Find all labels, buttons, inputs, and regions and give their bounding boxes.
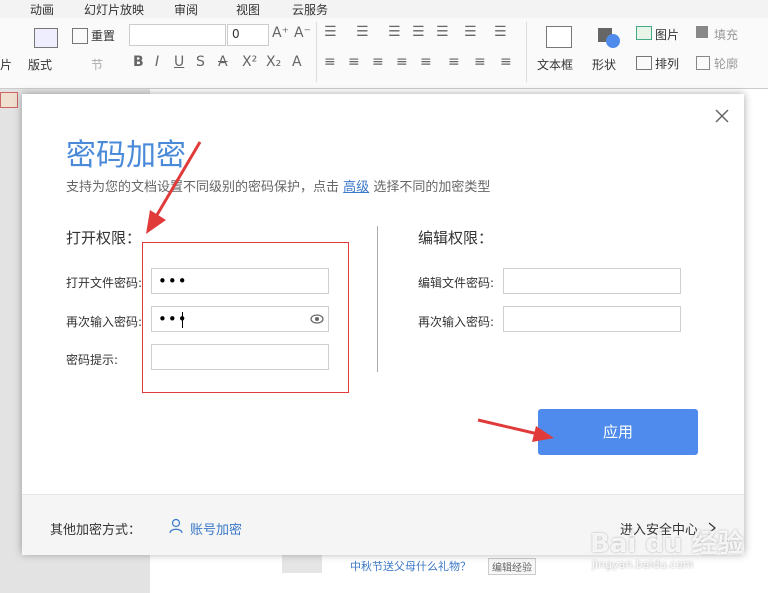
edit-experience-tag[interactable]: 编辑经验 xyxy=(488,558,536,575)
textbox-button[interactable]: 文本框 xyxy=(537,56,573,73)
font-name-select[interactable] xyxy=(129,24,226,46)
decrease-indent-icon[interactable]: ☰ xyxy=(388,24,401,40)
strikethrough-icon[interactable]: A xyxy=(218,54,228,70)
menu-cloud[interactable]: 云服务 xyxy=(292,1,328,18)
annotation-arrow-icon xyxy=(146,141,202,234)
menu-review[interactable]: 审阅 xyxy=(174,1,198,18)
italic-icon[interactable]: I xyxy=(155,54,159,70)
shape-circle-icon xyxy=(606,34,620,48)
reset-button[interactable]: 重置 xyxy=(91,27,115,44)
subtitle-text-after: 选择不同的加密类型 xyxy=(373,180,491,195)
picture-button[interactable]: 图片 xyxy=(655,26,679,43)
hint-label: 密码提示: xyxy=(66,353,119,367)
edit-permission-heading: 编辑权限： xyxy=(418,229,494,247)
ribbon-toolbar: 片 版式 重置 节 0 A⁺ A⁻ B I U S A X² X₂ A ☰ ☰ … xyxy=(0,18,768,89)
document-tab-icon[interactable] xyxy=(0,92,18,108)
shadow-icon[interactable]: S xyxy=(196,54,205,70)
fill-button[interactable]: 填充 xyxy=(714,26,738,43)
advanced-link[interactable]: 高级 xyxy=(343,180,369,195)
menu-slideshow[interactable]: 幻灯片放映 xyxy=(84,1,144,18)
edit-password-label: 编辑文件密码: xyxy=(418,276,495,290)
clear-format-icon[interactable]: A xyxy=(292,54,302,70)
user-icon[interactable] xyxy=(168,518,184,534)
font-size-value: 0 xyxy=(232,27,240,41)
menu-animation[interactable]: 动画 xyxy=(30,1,54,18)
distribute-icon[interactable]: ≡ xyxy=(420,54,432,70)
open-permission-heading: 打开权限： xyxy=(66,229,142,247)
slide-button-partial[interactable]: 片 xyxy=(0,56,12,73)
arrange-icon xyxy=(636,56,652,70)
layout-icon xyxy=(34,28,58,48)
align-right-icon[interactable]: ≡ xyxy=(372,54,384,70)
outline-pen-icon xyxy=(696,56,710,70)
smartart-icon[interactable]: ≡ xyxy=(500,54,512,70)
valign-icon[interactable]: ≡ xyxy=(448,54,460,70)
text-direction-icon[interactable]: ☰ xyxy=(494,24,507,40)
close-icon[interactable] xyxy=(712,106,732,126)
column-divider xyxy=(377,226,378,372)
textbox-icon xyxy=(546,26,572,48)
shape-button[interactable]: 形状 xyxy=(592,56,616,73)
ribbon-divider xyxy=(316,22,317,82)
account-encryption-link[interactable]: 账号加密 xyxy=(190,519,242,538)
columns-icon[interactable]: ☰ xyxy=(464,24,477,40)
open-password-label: 打开文件密码: xyxy=(66,276,143,290)
edit-confirm-label: 再次输入密码: xyxy=(418,315,495,329)
justify-icon[interactable]: ≡ xyxy=(396,54,408,70)
menu-bar: 动画 幻灯片放映 审阅 视图 云服务 xyxy=(0,0,768,19)
related-article-link[interactable]: 中秋节送父母什么礼物？ xyxy=(350,558,471,574)
annotation-arrow-icon xyxy=(477,418,554,442)
outline-button[interactable]: 轮廓 xyxy=(714,55,738,72)
open-confirm-label: 再次输入密码: xyxy=(66,315,143,329)
subscript-icon[interactable]: X₂ xyxy=(266,54,281,70)
ribbon-divider xyxy=(526,22,527,82)
grow-font-icon[interactable]: A⁺ xyxy=(272,25,289,41)
shrink-font-icon[interactable]: A⁻ xyxy=(294,25,311,41)
edit-password-input[interactable] xyxy=(503,268,681,294)
font-size-select[interactable]: 0 xyxy=(227,24,269,46)
line-spacing-icon[interactable]: ☰ xyxy=(436,24,449,40)
annotation-red-box xyxy=(142,242,349,393)
picture-icon xyxy=(636,26,652,40)
bold-icon[interactable]: B xyxy=(133,54,144,70)
numbered-list-icon[interactable]: ☰ xyxy=(356,24,369,40)
section-button[interactable]: 节 xyxy=(91,56,103,73)
reset-icon xyxy=(72,28,88,44)
increase-indent-icon[interactable]: ☰ xyxy=(412,24,425,40)
baidu-watermark-logo: Bai du 经验 xyxy=(590,529,744,559)
dialog-subtitle: 支持为您的文档设置不同级别的密码保护，点击 高级 选择不同的加密类型 xyxy=(66,176,490,195)
align-center-icon[interactable]: ≡ xyxy=(348,54,360,70)
menu-view[interactable]: 视图 xyxy=(236,1,260,18)
underline-icon[interactable]: U xyxy=(174,54,184,70)
align-left-icon[interactable]: ≡ xyxy=(324,54,336,70)
text-align-icon[interactable]: ≡ xyxy=(474,54,486,70)
superscript-icon[interactable]: X² xyxy=(242,54,257,70)
layout-button[interactable]: 版式 xyxy=(28,56,52,73)
baidu-watermark-url: jingyan.baidu.com xyxy=(592,558,694,571)
edit-confirm-input[interactable] xyxy=(503,306,681,332)
fill-bucket-icon xyxy=(696,26,708,38)
password-encryption-dialog: 密码加密 支持为您的文档设置不同级别的密码保护，点击 高级 选择不同的加密类型 … xyxy=(22,94,744,555)
arrange-button[interactable]: 排列 xyxy=(655,55,679,72)
bullet-list-icon[interactable]: ☰ xyxy=(324,24,337,40)
other-methods-label: 其他加密方式： xyxy=(50,523,142,538)
apply-button[interactable]: 应用 xyxy=(538,409,698,455)
